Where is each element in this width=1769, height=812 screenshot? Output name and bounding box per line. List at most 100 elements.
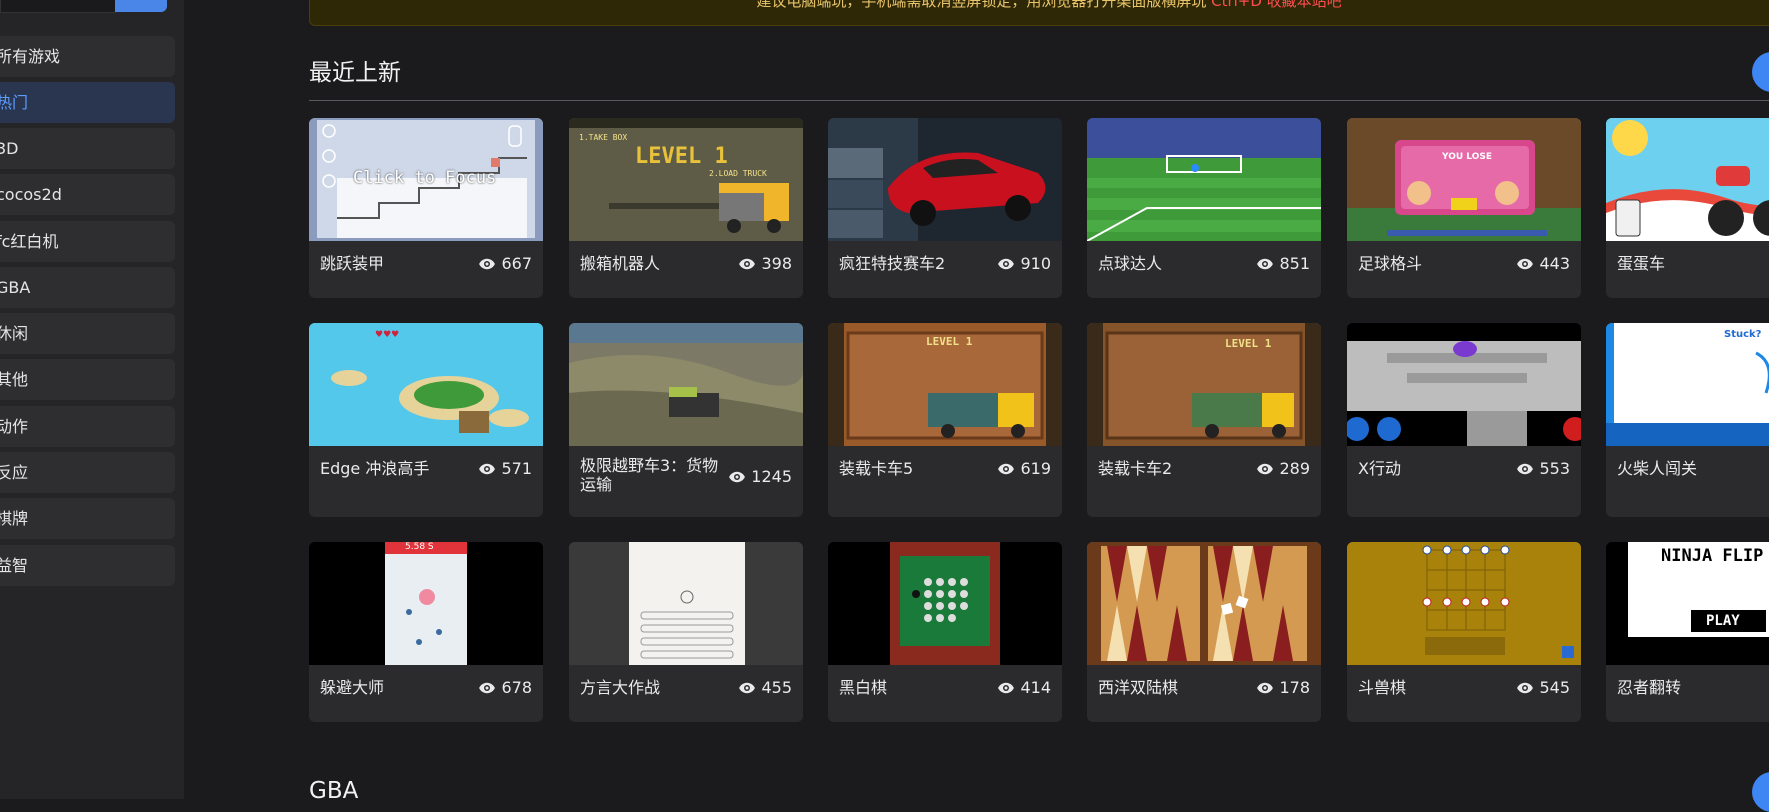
view-count: 851 xyxy=(1256,254,1310,273)
main-content: 建议电脑端玩，手机端需取消竖屏锁定，用浏览器打开渠面版横屏玩 Ctrl+D 收藏… xyxy=(184,0,1769,812)
sidebar-item-all[interactable]: 所有游戏 xyxy=(0,36,175,77)
game-title: 极限越野车3：货物运输 xyxy=(580,456,719,494)
game-thumbnail: 5.58 S xyxy=(309,542,543,665)
game-card[interactable]: ♥♥♥ Edge 冲浪高手 571 xyxy=(309,323,543,517)
thumb-stuck: Stuck? xyxy=(1724,329,1762,340)
sidebar-item-puzzle[interactable]: 益智 xyxy=(0,545,175,586)
view-count-value: 571 xyxy=(501,459,532,478)
view-count: 414 xyxy=(997,678,1051,697)
view-count: 455 xyxy=(738,678,792,697)
sidebar: 所有游戏 热门 3D cocos2d fc红白机 GBA 休闲 其他 动作 反应… xyxy=(0,0,184,799)
eye-icon xyxy=(1257,258,1274,269)
view-count-value: 545 xyxy=(1539,678,1570,697)
game-thumbnail xyxy=(1347,542,1581,665)
eye-icon xyxy=(479,682,496,693)
game-thumbnail xyxy=(1087,542,1321,665)
game-title: 火柴人闯关 xyxy=(1617,459,1698,478)
game-card[interactable]: 极限越野车3：货物运输 1245 xyxy=(569,323,803,517)
game-card[interactable]: Stuck? 火柴人闯关 xyxy=(1606,323,1769,517)
notice-text: 建议电脑端玩，手机端需取消竖屏锁定，用浏览器打开渠面版横屏玩 xyxy=(756,0,1207,10)
search-input[interactable] xyxy=(0,0,116,13)
eye-icon xyxy=(729,471,746,482)
view-count: 571 xyxy=(478,459,532,478)
view-count: 619 xyxy=(997,459,1051,478)
thumb-you-lose: YOU LOSE xyxy=(1442,152,1492,162)
game-title: 黑白棋 xyxy=(839,678,888,697)
eye-icon xyxy=(1257,682,1274,693)
game-card[interactable]: 斗兽棋 545 xyxy=(1347,542,1581,722)
sidebar-item-fc[interactable]: fc红白机 xyxy=(0,221,175,262)
game-card[interactable]: YOU LOSE 足球格斗 443 xyxy=(1347,118,1581,298)
view-count-value: 289 xyxy=(1279,459,1310,478)
view-count: 443 xyxy=(1516,254,1570,273)
svg-text:♥♥♥: ♥♥♥ xyxy=(375,330,399,340)
section-divider xyxy=(309,100,1769,101)
thumb-level: LEVEL 1 xyxy=(635,144,728,169)
game-thumbnail: Click to Focus xyxy=(309,118,543,241)
game-card[interactable]: X行动 553 xyxy=(1347,323,1581,517)
svg-text:1.TAKE BOX: 1.TAKE BOX xyxy=(579,133,627,142)
game-card[interactable]: 点球达人 851 xyxy=(1087,118,1321,298)
sidebar-item-gba[interactable]: GBA xyxy=(0,267,175,308)
section-more-button[interactable] xyxy=(1752,52,1769,92)
view-count-value: 619 xyxy=(1020,459,1051,478)
game-thumbnail xyxy=(1606,118,1769,241)
game-card[interactable]: 蛋蛋车 xyxy=(1606,118,1769,298)
game-card[interactable]: Click to Focus 跳跃装甲 667 xyxy=(309,118,543,298)
game-card[interactable]: 方言大作战 455 xyxy=(569,542,803,722)
game-title: 疯狂特技赛车2 xyxy=(839,254,946,273)
game-thumbnail xyxy=(828,542,1062,665)
view-count: 545 xyxy=(1516,678,1570,697)
section-title-recent: 最近上新 xyxy=(309,60,401,86)
game-title: 蛋蛋车 xyxy=(1617,254,1666,273)
game-title: 足球格斗 xyxy=(1358,254,1423,273)
sidebar-item-board[interactable]: 棋牌 xyxy=(0,498,175,539)
eye-icon xyxy=(479,258,496,269)
view-count-value: 553 xyxy=(1539,459,1570,478)
view-count-value: 455 xyxy=(761,678,792,697)
game-card[interactable]: LEVEL 1 装载卡车2 289 xyxy=(1087,323,1321,517)
game-thumbnail: 1.TAKE BOX 2.LOAD TRUCK LEVEL 1 xyxy=(569,118,803,241)
notice-highlight: Ctrl+D 收藏本站吧 xyxy=(1211,0,1342,10)
game-title: 搬箱机器人 xyxy=(580,254,661,273)
game-thumbnail xyxy=(569,542,803,665)
sidebar-item-casual[interactable]: 休闲 xyxy=(0,313,175,354)
sidebar-item-3d[interactable]: 3D xyxy=(0,128,175,169)
game-thumbnail xyxy=(828,118,1062,241)
game-card[interactable]: 疯狂特技赛车2 910 xyxy=(828,118,1062,298)
view-count-value: 443 xyxy=(1539,254,1570,273)
view-count-value: 398 xyxy=(761,254,792,273)
eye-icon xyxy=(1517,463,1534,474)
sidebar-item-cocos2d[interactable]: cocos2d xyxy=(0,174,175,215)
game-card[interactable]: LEVEL 1 装载卡车5 619 xyxy=(828,323,1062,517)
section-more-button[interactable] xyxy=(1752,772,1769,812)
eye-icon xyxy=(739,682,756,693)
search-button[interactable] xyxy=(115,0,167,12)
game-card[interactable]: 5.58 S 躲避大师 678 xyxy=(309,542,543,722)
view-count-value: 1245 xyxy=(751,467,792,486)
game-thumbnail xyxy=(1087,118,1321,241)
sidebar-item-hot[interactable]: 热门 xyxy=(0,82,175,123)
game-card[interactable]: 1.TAKE BOX 2.LOAD TRUCK LEVEL 1 搬箱机器人 39… xyxy=(569,118,803,298)
game-card[interactable]: NINJA FLIP PLAY 忍者翻转 xyxy=(1606,542,1769,722)
game-title: 躲避大师 xyxy=(320,678,385,697)
eye-icon xyxy=(1257,463,1274,474)
eye-icon xyxy=(1517,682,1534,693)
thumb-timer: 5.58 S xyxy=(405,542,434,552)
view-count: 289 xyxy=(1256,459,1310,478)
view-count: 398 xyxy=(738,254,792,273)
sidebar-item-other[interactable]: 其他 xyxy=(0,359,175,400)
game-title: 方言大作战 xyxy=(580,678,661,697)
sidebar-item-reaction[interactable]: 反应 xyxy=(0,452,175,493)
game-title: 忍者翻转 xyxy=(1617,678,1682,697)
sidebar-item-action[interactable]: 动作 xyxy=(0,406,175,447)
eye-icon xyxy=(998,682,1015,693)
view-count: 667 xyxy=(478,254,532,273)
game-card[interactable]: 黑白棋 414 xyxy=(828,542,1062,722)
thumb-ninja-title: NINJA FLIP xyxy=(1661,546,1764,566)
game-card[interactable]: 西洋双陆棋 178 xyxy=(1087,542,1321,722)
thumb-caption: Click to Focus xyxy=(353,168,497,188)
view-count-value: 414 xyxy=(1020,678,1051,697)
game-thumbnail xyxy=(569,323,803,446)
view-count: 678 xyxy=(478,678,532,697)
